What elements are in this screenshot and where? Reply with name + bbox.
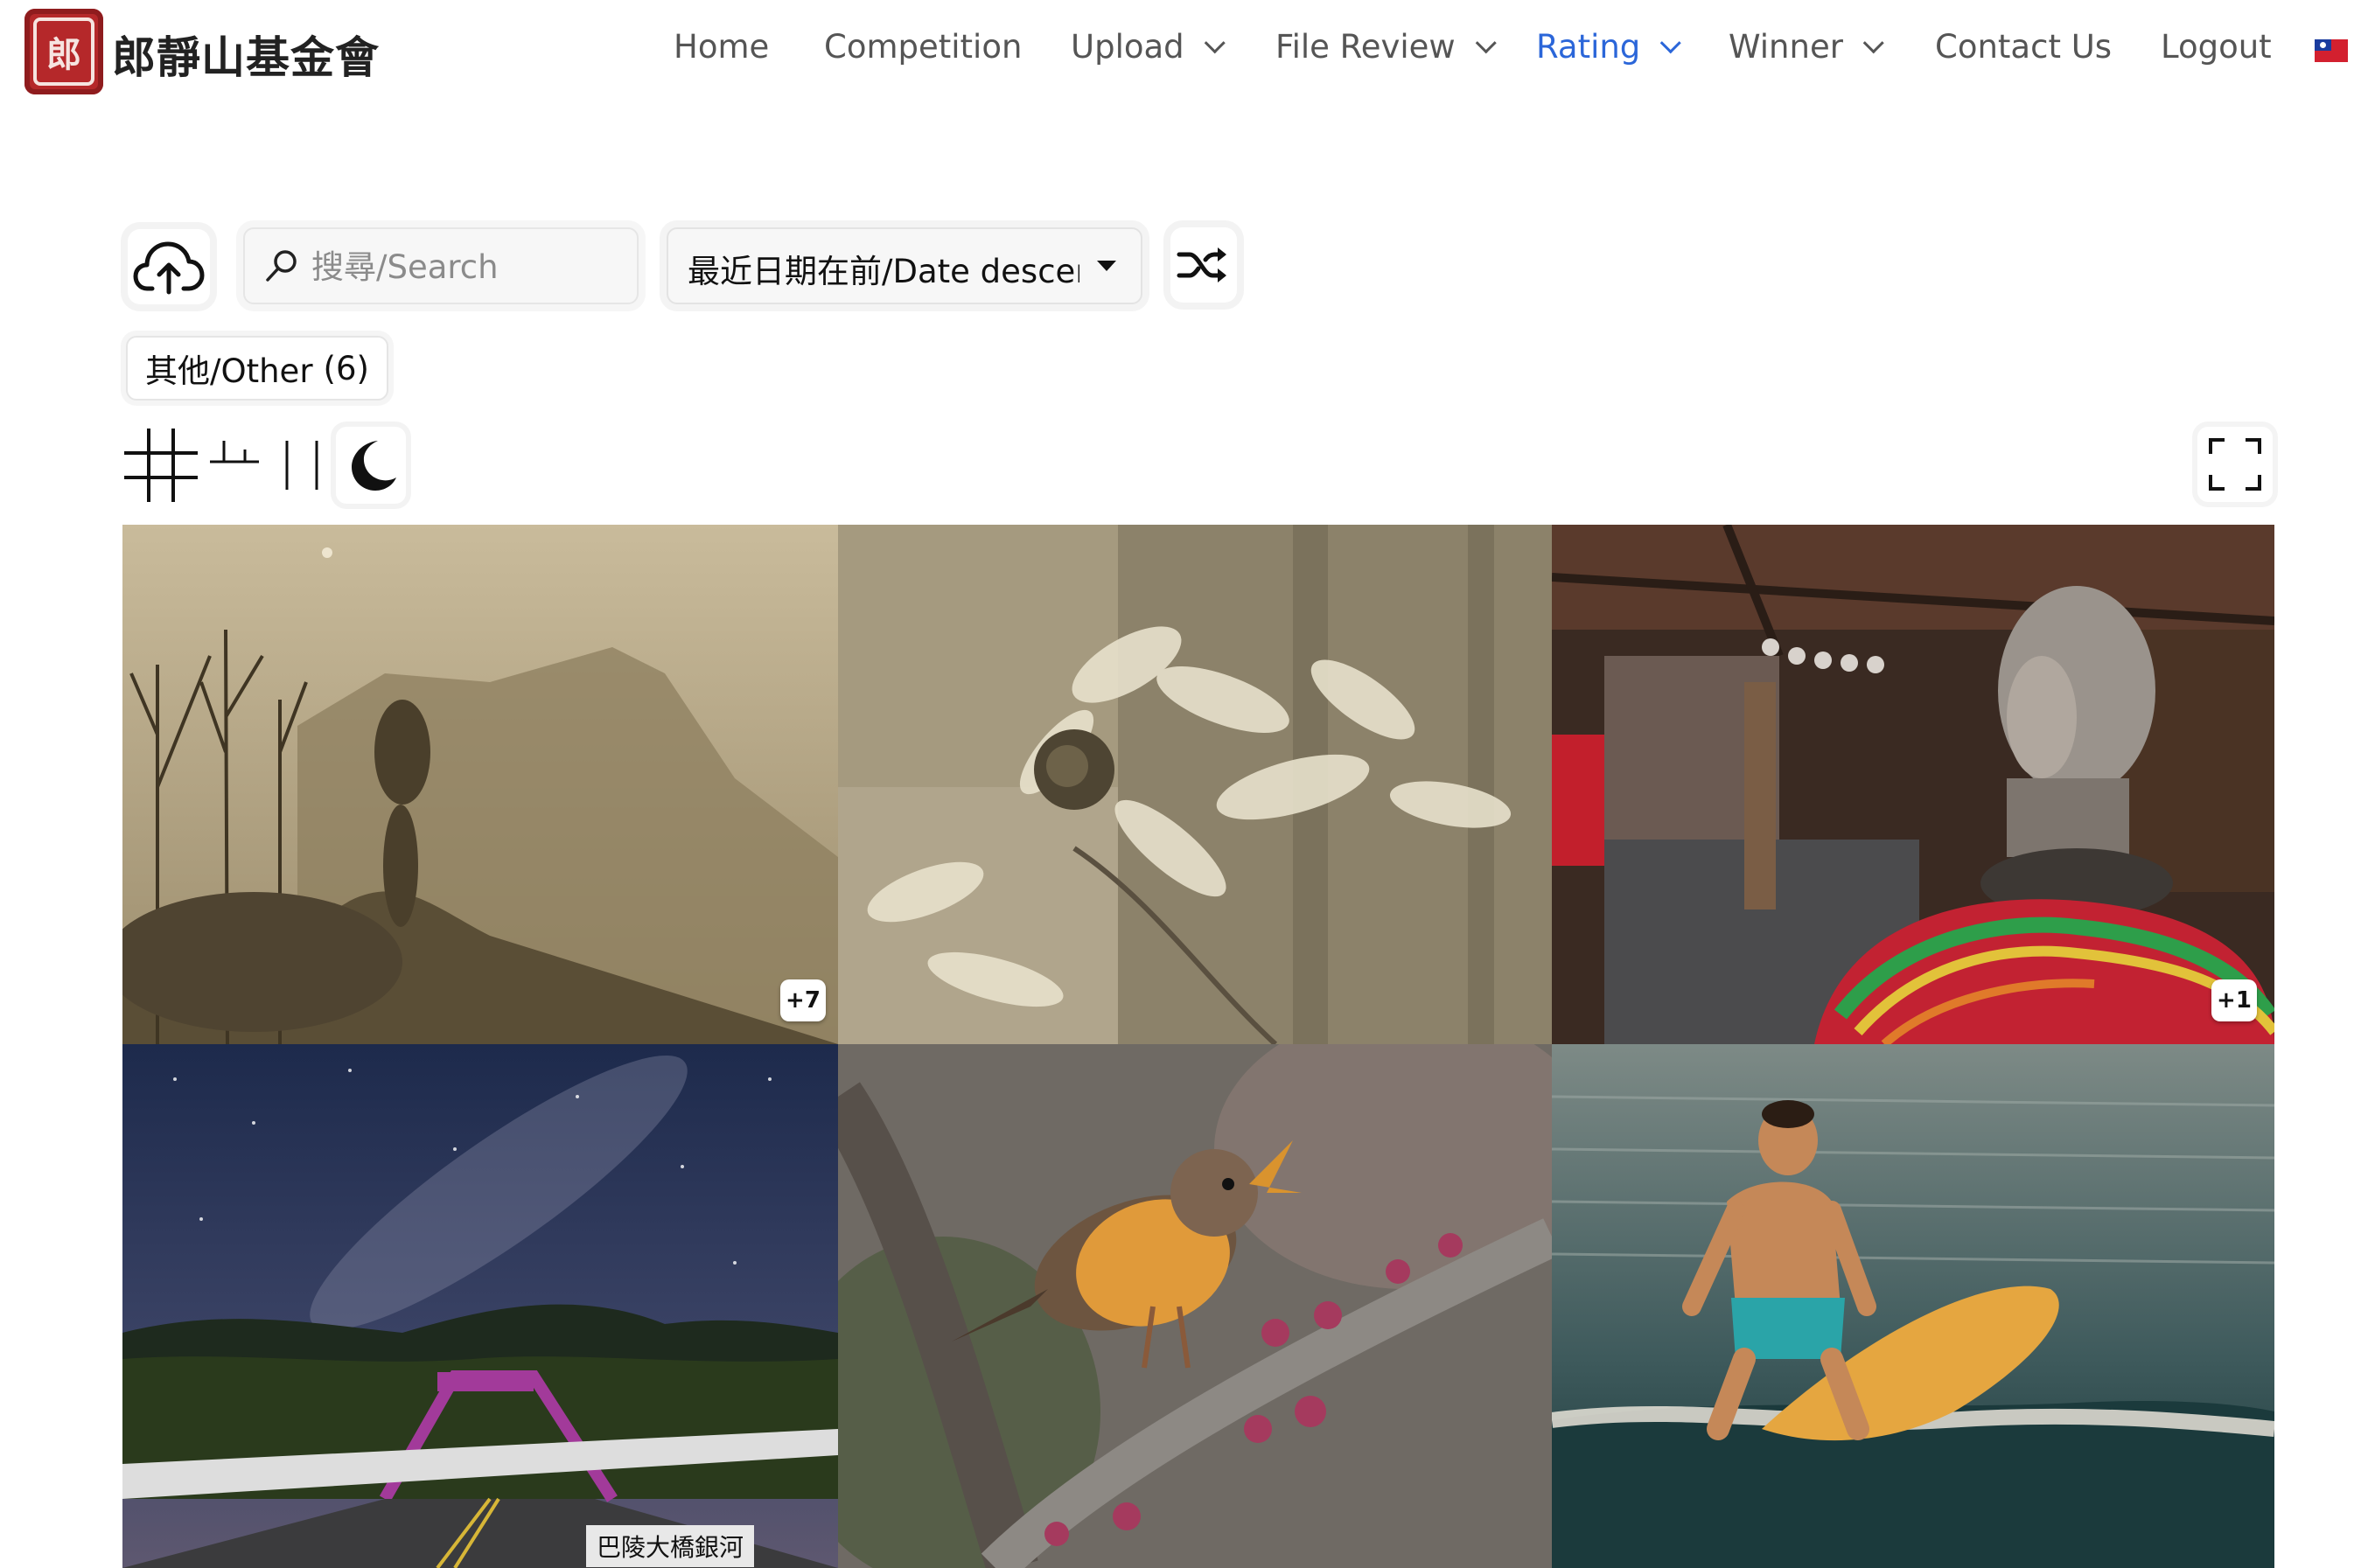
grid-view-icon (124, 429, 198, 502)
photo-tile-singing-bird[interactable] (838, 1044, 1552, 1568)
singing-bird-photo (838, 1044, 1552, 1568)
site-header: 郎 郎靜山基金會 Home Competition Upload File Re… (0, 0, 2375, 105)
flag-canton (2315, 39, 2331, 51)
misty-mountain-photo (122, 525, 838, 1044)
sort-order-select[interactable]: 最近日期在前/Date descending (667, 227, 1142, 304)
nav-upload[interactable]: Upload (1071, 28, 1226, 66)
chevron-down-icon (1475, 32, 1497, 54)
nav-rating-label: Rating (1536, 28, 1641, 66)
bridge-milky-way-photo (122, 1044, 838, 1568)
grid-view-button[interactable] (122, 427, 199, 504)
nav-competition[interactable]: Competition (824, 28, 1022, 66)
masonry-view-button[interactable] (206, 427, 262, 504)
category-label: 其他/Other (145, 352, 313, 390)
sculpture-photo (1552, 525, 2274, 1044)
nav-file-review[interactable]: File Review (1275, 28, 1497, 66)
logo-seal-glyph: 郎 (33, 17, 94, 86)
upload-button[interactable] (128, 229, 210, 304)
columns-view-button[interactable] (275, 427, 331, 504)
nav-file-review-label: File Review (1275, 28, 1456, 66)
fullscreen-icon (2209, 438, 2261, 491)
photo-tile-misty-mountain[interactable]: +7 (122, 525, 838, 1044)
nav-competition-label: Competition (824, 28, 1023, 66)
flower-branch-photo (838, 525, 1552, 1044)
sort-order-value: 最近日期在前/Date descending (688, 253, 1079, 290)
moon-icon (352, 441, 396, 491)
nav-upload-label: Upload (1071, 28, 1184, 66)
site-logo[interactable]: 郎 (24, 9, 103, 94)
flag-sun (2320, 42, 2326, 48)
shuffle-icon (1177, 247, 1226, 282)
nav-rating[interactable]: Rating (1536, 28, 1682, 66)
search-icon (266, 250, 297, 282)
dark-mode-toggle[interactable] (336, 427, 406, 504)
masonry-view-icon (210, 441, 259, 463)
chevron-down-icon (1204, 32, 1226, 54)
shuffle-button[interactable] (1170, 227, 1237, 303)
nav-winner-label: Winner (1729, 28, 1843, 66)
category-count: (6) (323, 349, 369, 387)
category-chip-other[interactable]: 其他/Other (6) (126, 336, 388, 401)
columns-view-icon (285, 441, 318, 490)
nav-contact-us-label: Contact Us (1935, 28, 2113, 66)
nav-home[interactable]: Home (674, 28, 769, 66)
nav-winner[interactable]: Winner (1729, 28, 1884, 66)
photo-tile-surfer[interactable] (1552, 1044, 2274, 1568)
photo-count-badge[interactable]: +1 (2211, 979, 2257, 1021)
cloud-upload-icon (133, 241, 205, 295)
nav-logout[interactable]: Logout (2161, 28, 2272, 66)
photo-gallery: +7 +1 巴陵大橋銀河 (122, 525, 2274, 1568)
photo-tile-flower-branch[interactable] (838, 525, 1552, 1044)
nav-contact-us[interactable]: Contact Us (1935, 28, 2112, 66)
search-field[interactable] (243, 227, 639, 304)
photo-tile-bridge-milky-way[interactable]: 巴陵大橋銀河 (122, 1044, 838, 1568)
nav-home-label: Home (674, 28, 770, 66)
photo-caption: 巴陵大橋銀河 (586, 1525, 755, 1567)
nav-logout-label: Logout (2161, 28, 2272, 66)
photo-tile-sculpture[interactable]: +1 (1552, 525, 2274, 1044)
chevron-down-icon (1660, 32, 1682, 54)
taiwan-flag-icon[interactable] (2315, 39, 2348, 62)
surfer-photo (1552, 1044, 2274, 1568)
chevron-down-icon (1862, 32, 1884, 54)
caret-down-icon (1097, 261, 1116, 271)
fullscreen-button[interactable] (2197, 427, 2273, 502)
photo-count-badge[interactable]: +7 (780, 979, 826, 1021)
site-name[interactable]: 郎靜山基金會 (112, 23, 380, 86)
search-input[interactable] (310, 241, 619, 292)
